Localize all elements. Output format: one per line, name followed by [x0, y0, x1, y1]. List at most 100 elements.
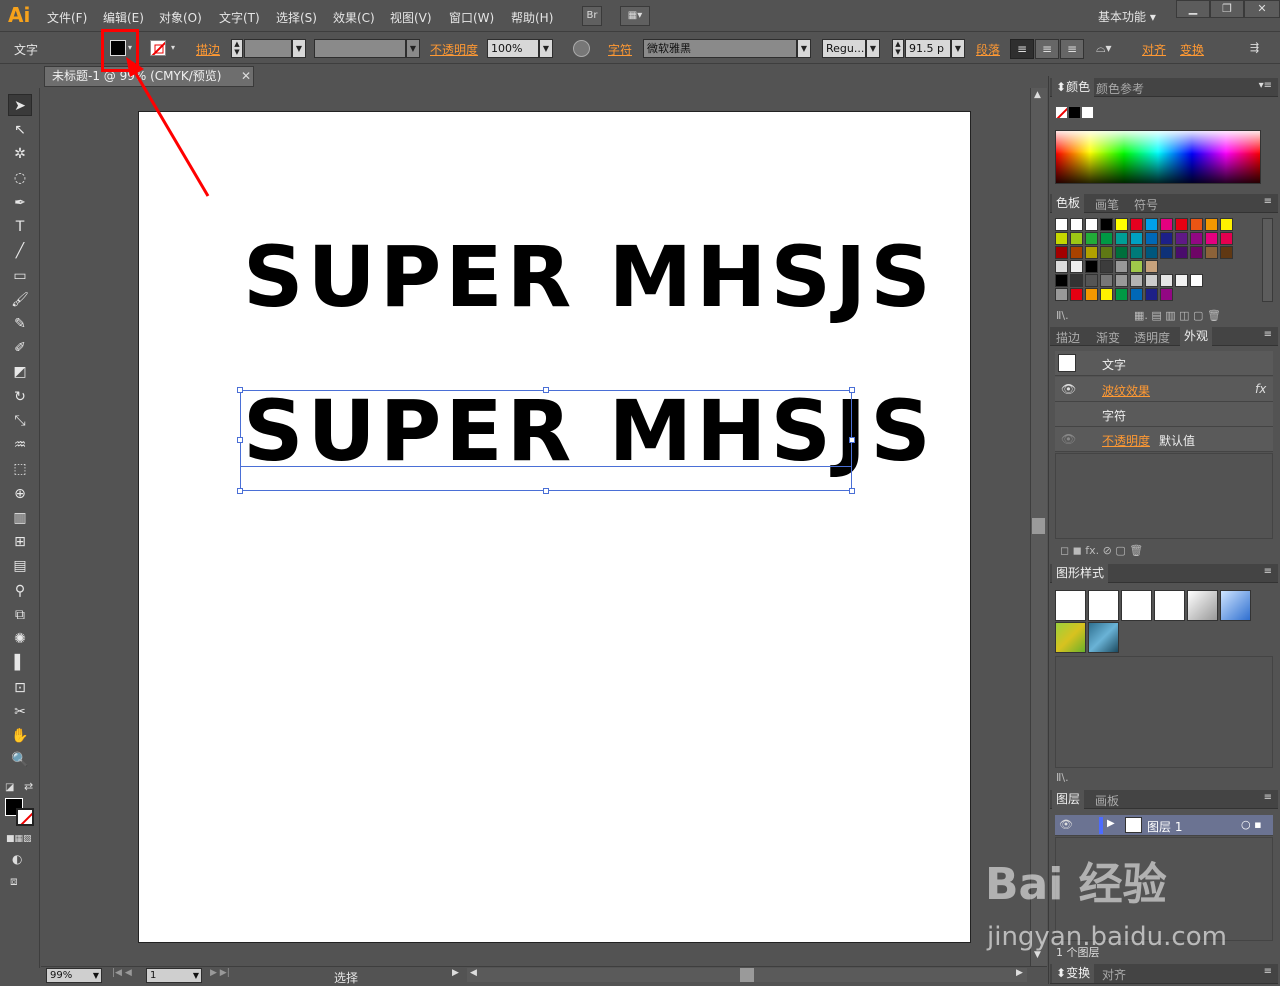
swatch-chip[interactable]: [1085, 288, 1098, 301]
color-mode-icons[interactable]: ■▦▨: [6, 834, 32, 844]
swatch-chip[interactable]: [1055, 246, 1068, 259]
envelope-icon[interactable]: ⌓▾: [1096, 41, 1112, 56]
artboard-tool-icon[interactable]: ⊡: [8, 677, 32, 699]
color-white-swatch[interactable]: [1081, 106, 1094, 119]
menu-window[interactable]: 窗口(W): [449, 9, 494, 26]
swatch-chip[interactable]: [1070, 274, 1083, 287]
handle-middle-left[interactable]: [237, 437, 243, 443]
paintbrush-tool-icon[interactable]: 🖌: [8, 289, 32, 311]
panel-menu-icon[interactable]: ≡: [1264, 329, 1272, 340]
screen-mode-icon[interactable]: ⧈: [10, 874, 18, 889]
rotate-tool-icon[interactable]: ↻: [8, 386, 32, 408]
handle-bottom-right[interactable]: [849, 488, 855, 494]
graphic-style-6[interactable]: [1220, 590, 1251, 621]
warp-tool-icon[interactable]: ♒: [8, 434, 32, 456]
swatch-chip[interactable]: [1205, 218, 1218, 231]
font-family-field[interactable]: 微软雅黑: [643, 39, 797, 58]
eyedropper-tool-icon[interactable]: ⚲: [8, 580, 32, 602]
appearance-footer-icons[interactable]: ◻ ◼ fx. ⊘ ▢ 🗑: [1060, 544, 1143, 557]
swatch-chip[interactable]: [1070, 232, 1083, 245]
swatch-chip[interactable]: [1145, 274, 1158, 287]
minimize-button[interactable]: ▁: [1176, 0, 1210, 18]
swatch-chip[interactable]: [1115, 218, 1128, 231]
swatch-chip[interactable]: [1190, 274, 1203, 287]
swatch-chip[interactable]: [1055, 260, 1068, 273]
swatch-chip[interactable]: [1145, 260, 1158, 273]
handle-top-center[interactable]: [543, 387, 549, 393]
font-size-dropdown[interactable]: ▼: [951, 39, 965, 58]
swatch-chip[interactable]: [1130, 232, 1143, 245]
swatch-chip[interactable]: [1055, 232, 1068, 245]
swatch-chip[interactable]: [1100, 218, 1113, 231]
swatch-chip[interactable]: [1115, 232, 1128, 245]
free-transform-tool-icon[interactable]: ⬚: [8, 458, 32, 480]
align-center-button[interactable]: ≡: [1035, 39, 1059, 59]
pen-tool-icon[interactable]: ✒: [8, 192, 32, 214]
menu-select[interactable]: 选择(S): [276, 9, 317, 26]
color-spectrum[interactable]: [1055, 130, 1261, 184]
swatch-chip[interactable]: [1220, 218, 1233, 231]
swatch-chip[interactable]: [1115, 260, 1128, 273]
panel-menu-icon[interactable]: ≡: [1264, 792, 1272, 803]
selection-bounding-box[interactable]: [240, 390, 852, 491]
swatch-chip[interactable]: [1145, 288, 1158, 301]
handle-top-left[interactable]: [237, 387, 243, 393]
color-black-swatch[interactable]: [1068, 106, 1081, 119]
swatch-chip[interactable]: [1070, 246, 1083, 259]
pencil-tool-icon[interactable]: ✎: [8, 313, 32, 335]
swatch-chip[interactable]: [1085, 218, 1098, 231]
swatch-chip[interactable]: [1205, 246, 1218, 259]
graphic-style-7[interactable]: [1055, 622, 1086, 653]
handle-bottom-left[interactable]: [237, 488, 243, 494]
default-colors-icon[interactable]: ◪: [5, 782, 14, 793]
tab-symbols[interactable]: 符号: [1134, 196, 1158, 213]
swatch-chip[interactable]: [1160, 232, 1173, 245]
swatch-chip[interactable]: [1175, 246, 1188, 259]
swatch-chip[interactable]: [1175, 232, 1188, 245]
swatch-chip[interactable]: [1100, 274, 1113, 287]
panel-menu-icon[interactable]: ≡: [1264, 966, 1272, 977]
swatch-libraries-icon[interactable]: Ⅱ\.: [1056, 309, 1069, 322]
zoom-tool-icon[interactable]: 🔍: [8, 749, 32, 771]
stroke-weight-field[interactable]: [244, 39, 292, 58]
font-style-dropdown[interactable]: ▼: [866, 39, 880, 58]
type-tool-icon[interactable]: T: [8, 216, 32, 238]
scroll-right-icon[interactable]: ▶: [1016, 968, 1023, 978]
swatch-chip[interactable]: [1145, 246, 1158, 259]
tab-transparency[interactable]: 透明度: [1134, 329, 1170, 346]
tab-gradient[interactable]: 渐变: [1096, 329, 1120, 346]
align-panel-link[interactable]: 对齐: [1142, 41, 1166, 58]
graphic-styles-footer-icons[interactable]: Ⅱ\.: [1056, 771, 1069, 784]
handle-top-right[interactable]: [849, 387, 855, 393]
opacity-dropdown[interactable]: ▼: [539, 39, 553, 58]
swatch-chip[interactable]: [1175, 274, 1188, 287]
menu-file[interactable]: 文件(F): [47, 9, 87, 26]
menu-edit[interactable]: 编辑(E): [103, 9, 144, 26]
mesh-tool-icon[interactable]: ⊞: [8, 531, 32, 553]
appearance-effect-row[interactable]: 👁 波纹效果 fx: [1055, 377, 1273, 402]
tab-appearance[interactable]: 外观: [1180, 327, 1213, 346]
scroll-up-icon[interactable]: ▲: [1034, 90, 1041, 100]
swatch-chip[interactable]: [1130, 246, 1143, 259]
vertical-scroll-thumb[interactable]: [1032, 518, 1045, 534]
swatch-chip[interactable]: [1100, 246, 1113, 259]
line-tool-icon[interactable]: ╱: [8, 240, 32, 262]
graphic-style-5[interactable]: [1187, 590, 1218, 621]
font-size-stepper[interactable]: ▲ ▼: [892, 39, 904, 58]
scale-tool-icon[interactable]: ⤡: [8, 410, 32, 432]
layer-target-icon[interactable]: ○ ▪: [1241, 818, 1262, 831]
swatch-chip[interactable]: [1055, 288, 1068, 301]
swatch-chip[interactable]: [1220, 246, 1233, 259]
swatch-chip[interactable]: [1100, 232, 1113, 245]
stroke-dropdown-icon[interactable]: ▾: [171, 43, 175, 52]
handle-bottom-center[interactable]: [543, 488, 549, 494]
transform-panel-link[interactable]: 变换: [1180, 41, 1204, 58]
swatch-chip[interactable]: [1085, 232, 1098, 245]
magic-wand-tool-icon[interactable]: ✲: [8, 143, 32, 165]
appearance-title-row[interactable]: 文字: [1055, 351, 1273, 376]
swatch-chip[interactable]: [1160, 246, 1173, 259]
direct-selection-tool-icon[interactable]: ↖: [8, 119, 32, 141]
last-page-icon[interactable]: ▶ ▶|: [210, 968, 230, 978]
toolbox-stroke-swatch[interactable]: [16, 808, 34, 826]
appearance-opacity-row[interactable]: 👁 不透明度 默认值: [1055, 427, 1273, 452]
